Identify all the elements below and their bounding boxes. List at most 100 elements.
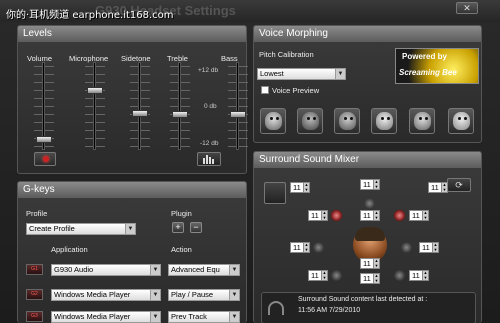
gkey-3-action-select[interactable]: Prev Track ▼ [168, 311, 240, 323]
profile-select-value: Create Profile [29, 224, 75, 233]
gkey-3-application-select[interactable]: Windows Media Player ▼ [51, 311, 161, 323]
levels-header: Levels [18, 26, 246, 42]
channel-front-mid[interactable]: 11 ▲ ▼ [360, 210, 380, 221]
voice-morphing-panel: Voice Morphing Pitch Calibration Lowest … [253, 25, 482, 143]
remove-plugin-button[interactable]: − [190, 222, 202, 233]
sidetone-track [138, 62, 141, 150]
speaker-toggle-icon[interactable] [264, 182, 286, 204]
gkey-3-icon: G3 [26, 311, 43, 322]
sidetone-thumb[interactable] [132, 109, 148, 117]
headphones-icon [268, 301, 284, 315]
chevron-down-icon: ▼ [335, 69, 345, 79]
surround-mixer-header: Surround Sound Mixer [254, 152, 481, 168]
action-header: Action [171, 245, 192, 254]
equalizer-icon[interactable] [197, 152, 221, 166]
levels-title: Levels [23, 28, 52, 39]
bass-track [236, 62, 239, 150]
alien-voice-icon[interactable] [371, 108, 397, 134]
treble-thumb[interactable] [172, 110, 188, 118]
logo-screaming-bee: Screaming Bee [399, 68, 457, 77]
chevron-down-icon: ▼ [150, 290, 160, 300]
microphone-track [93, 62, 96, 150]
logo-powered-by: Powered by [402, 52, 447, 61]
surround-mixer-panel: Surround Sound Mixer ⟳ 11 ▲ ▼ 11 ▲ ▼ 11 ▲ ▼ 11… [253, 151, 482, 323]
settings-window: G930 Headset Settings 你的·耳机频道 earphone.i… [0, 0, 500, 323]
gkey-1-application-select[interactable]: G930 Audio ▼ [51, 264, 161, 276]
detection-info-box: Surround Sound content last detected at … [261, 292, 476, 323]
plugin-label: Plugin [171, 209, 192, 218]
chevron-down-icon: ▼ [229, 290, 239, 300]
side-left-speaker-icon [313, 242, 324, 253]
channel-front-center[interactable]: 11 ▲ ▼ [360, 179, 380, 190]
levels-panel: Levels Volume Microphone Sidetone Treble… [17, 25, 248, 174]
channel-rear-left[interactable]: 11 ▲ ▼ [308, 270, 328, 281]
dwarf-voice-icon[interactable] [334, 108, 360, 134]
profile-label: Profile [26, 209, 48, 218]
gkey-2-icon: G2 [26, 289, 43, 300]
volume-slider[interactable] [34, 60, 54, 155]
chipmunk-voice-icon[interactable] [448, 108, 474, 134]
scale-top: +12 db [198, 67, 219, 74]
equalizer-glyph [203, 155, 214, 164]
gkey-2-action-select[interactable]: Play / Pause ▼ [168, 289, 240, 301]
channel-front-right-high[interactable]: 11 ▲ ▼ [428, 182, 448, 193]
voice-preview-checkbox[interactable] [261, 86, 269, 94]
voice-preview-label: Voice Preview [272, 86, 320, 95]
add-plugin-button[interactable]: + [172, 222, 184, 233]
surround-mixer-title: Surround Sound Mixer [259, 154, 360, 165]
chevron-down-icon: ▼ [150, 312, 160, 322]
detection-info-time: 11:56 AM 7/29/2010 [298, 307, 361, 314]
pitch-select-value: Lowest [260, 69, 284, 78]
gkey-2-application-select[interactable]: Windows Media Player ▼ [51, 289, 161, 301]
treble-slider[interactable] [170, 60, 190, 155]
channel-front-right[interactable]: 11 ▲ ▼ [409, 210, 429, 221]
application-header: Application [51, 245, 88, 254]
screaming-bee-logo: Powered by Screaming Bee [395, 48, 479, 84]
voice-morphing-header: Voice Morphing [254, 26, 481, 42]
microphone-thumb[interactable] [87, 87, 103, 95]
sidetone-slider[interactable] [130, 60, 150, 155]
pitch-calibration-label: Pitch Calibration [259, 50, 314, 59]
robot-voice-icon[interactable] [260, 108, 286, 134]
chevron-down-icon: ▼ [229, 312, 239, 322]
channel-front-left-high[interactable]: 11 ▲ ▼ [290, 182, 310, 193]
front-right-speaker-icon [394, 210, 405, 221]
rear-left-speaker-icon [331, 270, 342, 281]
watermark: 你的·耳机频道 earphone.it168.com [6, 10, 174, 21]
scale-mid: 0 db [204, 103, 217, 110]
scale-bottom: -12 db [200, 140, 219, 147]
side-right-speaker-icon [401, 242, 412, 253]
gkey-1-action-select[interactable]: Advanced Equ ▼ [168, 264, 240, 276]
chevron-down-icon: ▼ [229, 265, 239, 275]
orc-voice-icon[interactable] [297, 108, 323, 134]
channel-rear-mid[interactable]: 11 ▲ ▼ [360, 273, 380, 284]
chevron-down-icon: ▼ [150, 265, 160, 275]
rear-right-speaker-icon [394, 270, 405, 281]
channel-sub[interactable]: 11 ▲ ▼ [360, 258, 380, 269]
channel-front-left[interactable]: 11 ▲ ▼ [308, 210, 328, 221]
gkeys-panel: G-keys Profile Create Profile ▼ Plugin +… [17, 181, 247, 323]
profile-select[interactable]: Create Profile ▼ [26, 223, 136, 235]
title-bar: G930 Headset Settings 你的·耳机频道 earphone.i… [0, 0, 500, 22]
close-button[interactable]: ✕ [456, 2, 478, 14]
gkey-1-icon: G1 [26, 264, 43, 275]
pitch-select[interactable]: Lowest ▼ [257, 68, 346, 80]
refresh-icon[interactable]: ⟳ [447, 178, 471, 192]
volume-thumb[interactable] [36, 135, 52, 143]
center-speaker-icon [364, 198, 375, 209]
microphone-slider[interactable] [85, 60, 105, 155]
elf-voice-icon[interactable] [409, 108, 435, 134]
bass-slider[interactable] [228, 60, 248, 155]
gkeys-title: G-keys [23, 184, 55, 195]
voice-morphing-title: Voice Morphing [259, 28, 328, 39]
treble-track [178, 62, 181, 150]
channel-side-right[interactable]: 11 ▲ ▼ [419, 242, 439, 253]
mute-icon[interactable] [34, 152, 56, 166]
detection-info-text: Surround Sound content last detected at … [298, 296, 428, 303]
channel-rear-right[interactable]: 11 ▲ ▼ [409, 270, 429, 281]
front-left-speaker-icon [331, 210, 342, 221]
channel-side-left[interactable]: 11 ▲ ▼ [290, 242, 310, 253]
gkeys-header: G-keys [18, 182, 246, 198]
bass-thumb[interactable] [230, 110, 246, 118]
chevron-down-icon: ▼ [125, 224, 135, 234]
